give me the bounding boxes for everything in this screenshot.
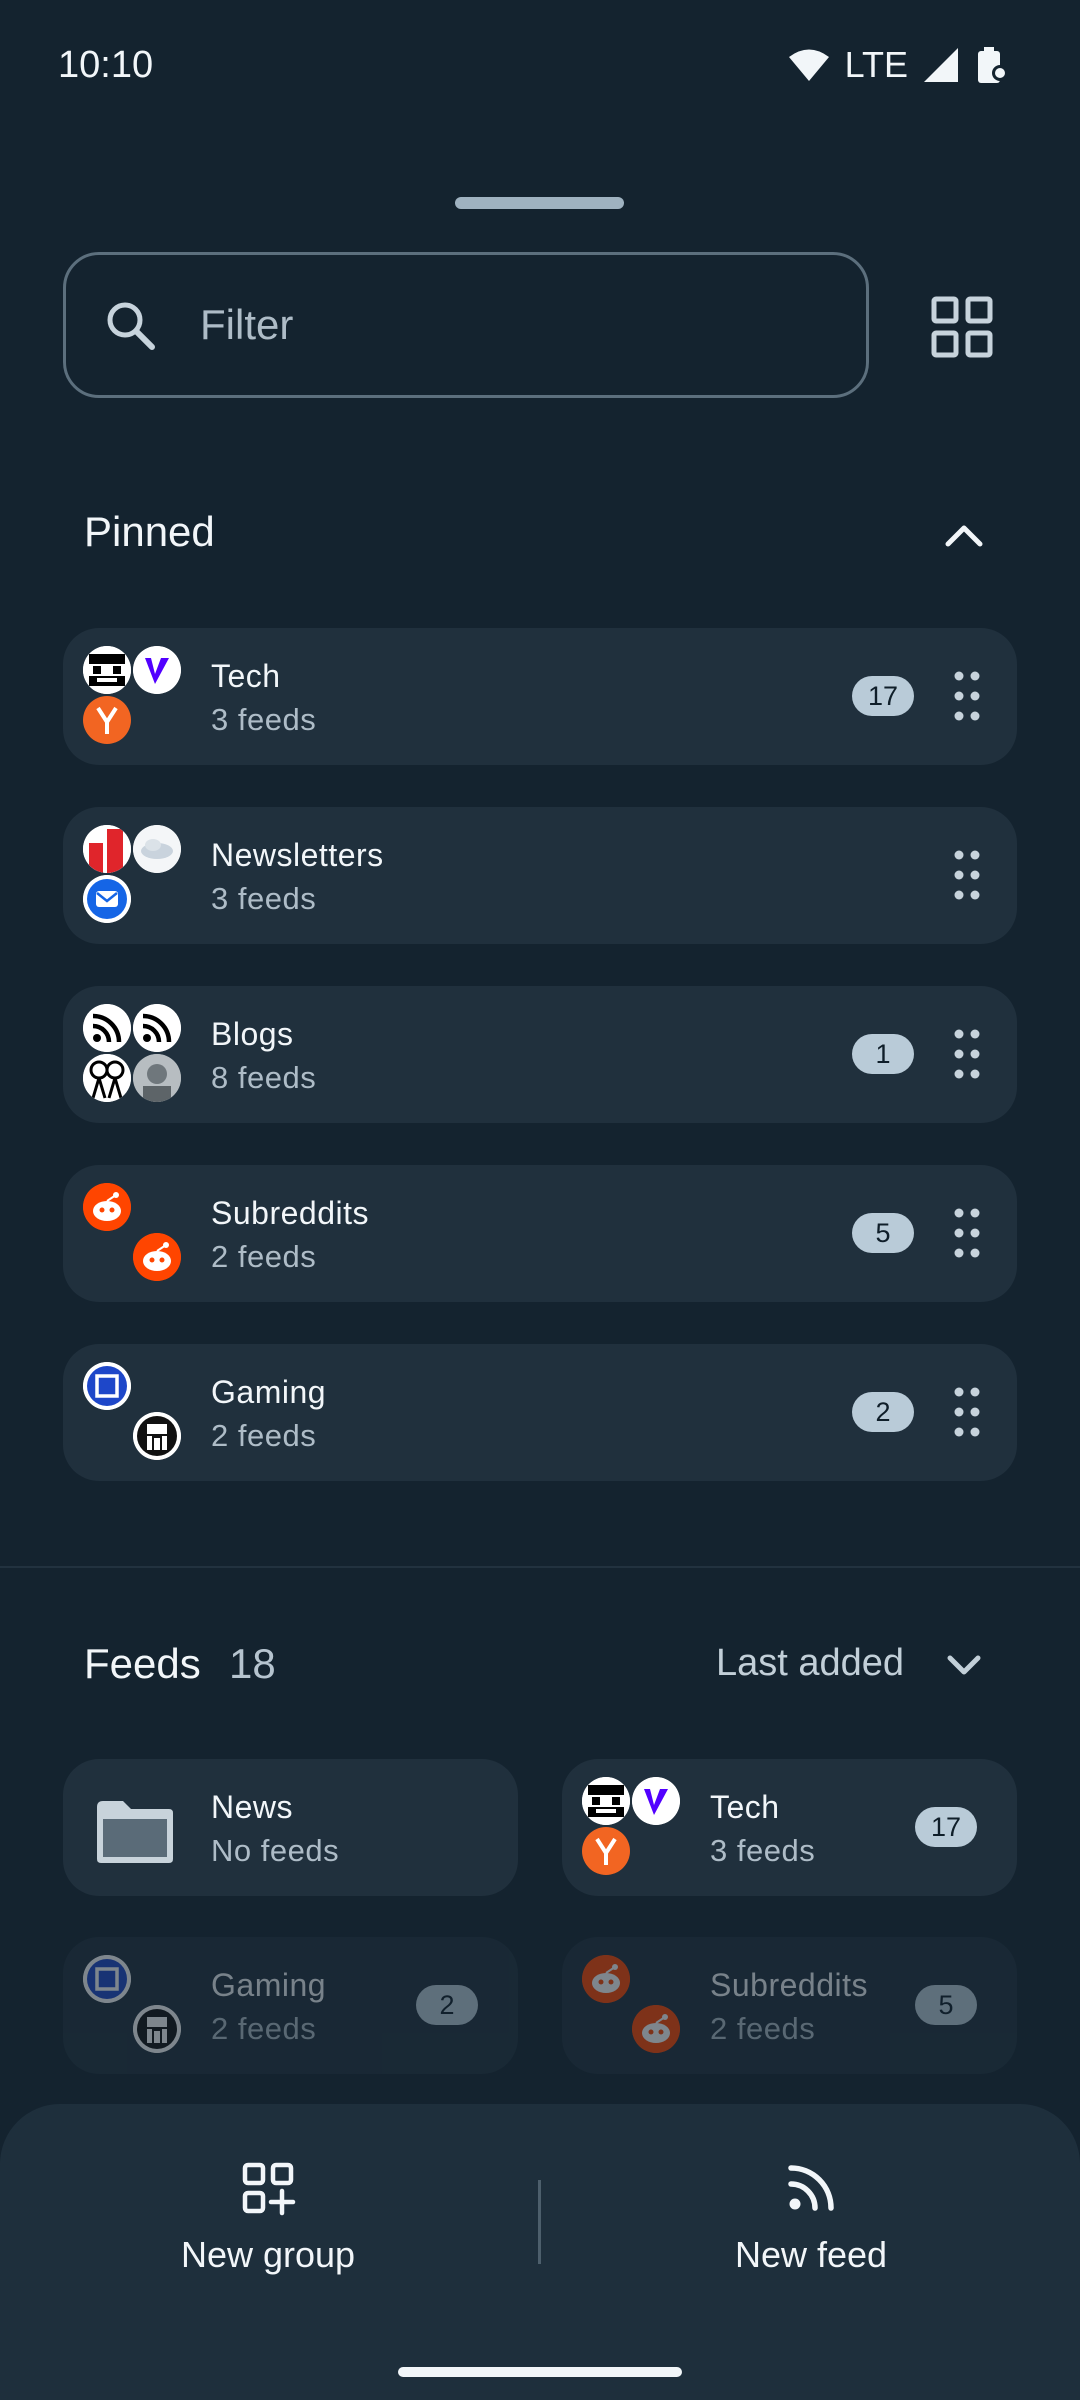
unread-badge: 17 bbox=[915, 1807, 977, 1847]
status-icons: LTE bbox=[788, 44, 1008, 86]
group-feed-count: 2 feeds bbox=[710, 2011, 816, 2046]
drag-handle-icon[interactable] bbox=[953, 1386, 981, 1438]
pinned-section-title: Pinned bbox=[84, 508, 215, 555]
pinned-group-gaming[interactable]: Gaming 2 feeds 2 bbox=[63, 1344, 1017, 1481]
drag-handle-icon[interactable] bbox=[953, 670, 981, 722]
group-icons bbox=[582, 1955, 682, 2055]
group-name: Tech bbox=[710, 1789, 780, 1825]
group-feed-count: 2 feeds bbox=[211, 1418, 317, 1453]
reddit-icon bbox=[133, 1233, 181, 1281]
feeds-section-title: Feeds bbox=[84, 1640, 201, 1687]
status-time: 10:10 bbox=[58, 44, 154, 86]
sheet-drag-handle[interactable] bbox=[455, 197, 624, 209]
unread-badge: 17 bbox=[852, 676, 914, 716]
action-separator bbox=[538, 2180, 541, 2264]
new-feed-label: New feed bbox=[734, 2234, 888, 2275]
sort-order-label[interactable]: Last added bbox=[716, 1642, 904, 1685]
feed-group-tech[interactable]: Tech 3 feeds 17 bbox=[562, 1759, 1017, 1896]
group-feed-count: 8 feeds bbox=[211, 1060, 317, 1095]
drag-handle-icon[interactable] bbox=[953, 849, 981, 901]
pixel-face-icon bbox=[83, 646, 131, 694]
pinned-group-tech[interactable]: Tech 3 feeds 17 bbox=[63, 628, 1017, 765]
verge-icon bbox=[632, 1777, 680, 1825]
grid-view-icon[interactable] bbox=[930, 295, 994, 359]
wifi-icon bbox=[788, 49, 829, 81]
group-name: Tech bbox=[211, 658, 281, 694]
group-name: Gaming bbox=[211, 1967, 327, 2003]
group-name: Subreddits bbox=[710, 1967, 868, 2003]
folder-icon bbox=[97, 1801, 173, 1863]
group-feed-count: 2 feeds bbox=[211, 2011, 317, 2046]
cloud-icon bbox=[133, 825, 181, 873]
square-logo-icon bbox=[83, 1955, 131, 2003]
unread-badge: 2 bbox=[416, 1985, 478, 2025]
pinned-group-subreddits[interactable]: Subreddits 2 feeds 5 bbox=[63, 1165, 1017, 1302]
group-feed-count: No feeds bbox=[211, 1833, 340, 1868]
unread-badge: 1 bbox=[852, 1034, 914, 1074]
reddit-icon bbox=[632, 2005, 680, 2053]
group-icons bbox=[582, 1777, 682, 1877]
reddit-icon bbox=[83, 1183, 131, 1231]
section-divider bbox=[0, 1566, 1080, 1568]
feed-group-news[interactable]: News No feeds bbox=[63, 1759, 518, 1896]
rss-icon bbox=[83, 1004, 131, 1052]
ycombinator-icon bbox=[582, 1827, 630, 1875]
chevron-down-icon[interactable] bbox=[942, 1648, 986, 1684]
filter-field[interactable] bbox=[63, 252, 869, 398]
group-name: Gaming bbox=[211, 1374, 327, 1410]
robot-logo-icon bbox=[133, 2005, 181, 2053]
verge-icon bbox=[133, 646, 181, 694]
group-name: Newsletters bbox=[211, 837, 384, 873]
group-feed-count: 3 feeds bbox=[710, 1833, 816, 1868]
search-icon bbox=[107, 302, 155, 350]
portrait-icon bbox=[133, 1054, 181, 1102]
group-name: Subreddits bbox=[211, 1195, 369, 1231]
feeds-count: 18 bbox=[229, 1640, 276, 1687]
home-indicator[interactable] bbox=[398, 2367, 682, 2377]
new-group-button[interactable]: New group bbox=[88, 2160, 448, 2290]
ycombinator-icon bbox=[83, 696, 131, 744]
mail-icon bbox=[83, 875, 131, 923]
group-icons bbox=[83, 1362, 183, 1462]
robot-logo-icon bbox=[133, 1412, 181, 1460]
pinned-group-blogs[interactable]: Blogs 8 feeds 1 bbox=[63, 986, 1017, 1123]
pixel-face-icon bbox=[582, 1777, 630, 1825]
group-icons bbox=[83, 825, 183, 925]
signal-icon bbox=[924, 48, 958, 82]
figures-icon bbox=[83, 1054, 131, 1102]
new-feed-button[interactable]: New feed bbox=[631, 2160, 991, 2290]
group-icons bbox=[83, 646, 183, 746]
rss-icon bbox=[788, 2165, 834, 2211]
filter-input[interactable] bbox=[200, 301, 800, 349]
group-icons bbox=[83, 1004, 183, 1104]
unread-badge: 5 bbox=[915, 1985, 977, 2025]
network-label: LTE bbox=[844, 44, 908, 85]
group-icons bbox=[83, 1183, 183, 1283]
group-feed-count: 3 feeds bbox=[211, 881, 317, 916]
new-group-label: New group bbox=[180, 2234, 356, 2275]
drag-handle-icon[interactable] bbox=[953, 1207, 981, 1259]
feed-group-gaming[interactable]: Gaming 2 feeds 2 bbox=[63, 1937, 518, 2074]
chevron-up-icon[interactable] bbox=[940, 514, 988, 554]
square-logo-icon bbox=[83, 1362, 131, 1410]
add-group-icon bbox=[242, 2162, 296, 2216]
battery-icon bbox=[978, 47, 1008, 83]
reddit-icon bbox=[582, 1955, 630, 2003]
group-icons bbox=[83, 1777, 183, 1877]
drag-handle-icon[interactable] bbox=[953, 1028, 981, 1080]
rss-icon bbox=[133, 1004, 181, 1052]
pinned-group-newsletters[interactable]: Newsletters 3 feeds bbox=[63, 807, 1017, 944]
group-icons bbox=[83, 1955, 183, 2055]
group-feed-count: 3 feeds bbox=[211, 702, 317, 737]
group-feed-count: 2 feeds bbox=[211, 1239, 317, 1274]
group-name: News bbox=[211, 1789, 294, 1825]
chart-icon bbox=[83, 825, 131, 873]
group-name: Blogs bbox=[211, 1016, 294, 1052]
feed-group-subreddits[interactable]: Subreddits 2 feeds 5 bbox=[562, 1937, 1017, 2074]
unread-badge: 5 bbox=[852, 1213, 914, 1253]
unread-badge: 2 bbox=[852, 1392, 914, 1432]
